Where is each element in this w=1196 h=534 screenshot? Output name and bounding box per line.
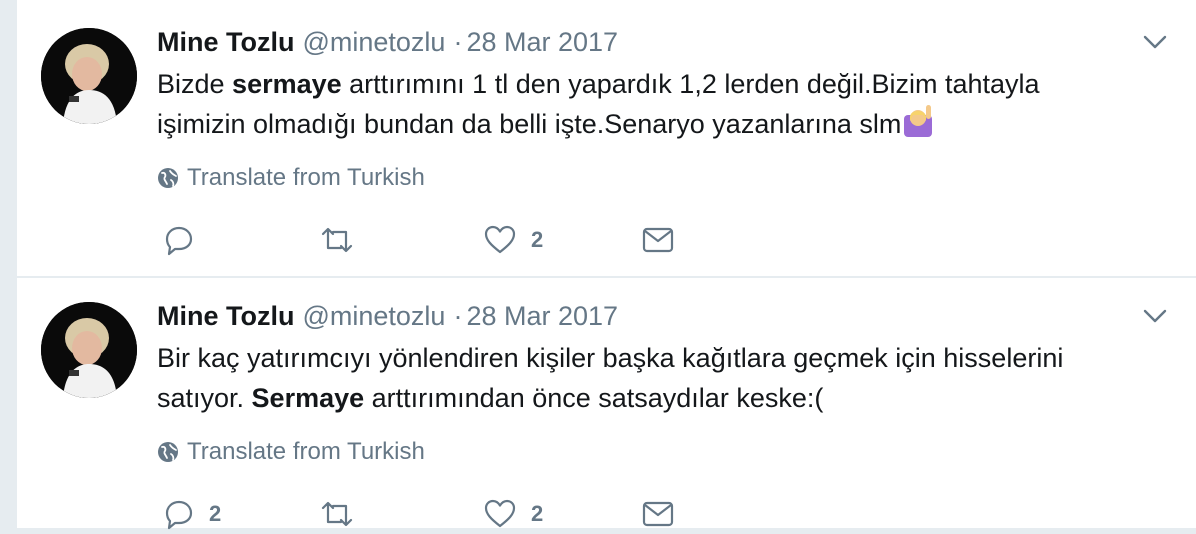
reply-button[interactable] [163,220,209,260]
tweet-header: Mine Tozlu @minetozlu · 28 Mar 2017 [157,298,1117,334]
reply-icon [165,226,193,256]
globe-icon [158,442,178,462]
heart-icon [484,225,516,254]
highlighted-keyword: sermaye [232,69,342,99]
translate-label[interactable]: Translate from Turkish [187,164,425,192]
highlighted-keyword: Sermaye [251,383,365,413]
reply-icon [165,500,193,530]
direct-message-button[interactable] [641,220,675,260]
reply-count: 2 [209,501,222,526]
translate-label[interactable]: Translate from Turkish [187,438,425,466]
separator: · [453,301,463,331]
reply-button[interactable]: 2 [163,494,221,534]
chevron-down-icon[interactable] [1143,34,1167,50]
direct-message-button[interactable] [641,494,675,534]
separator: · [453,27,463,57]
tweet-actions: 2 2 [157,494,757,534]
tweet-date[interactable]: 28 Mar 2017 [466,301,618,331]
heart-icon [484,499,516,528]
retweet-icon [321,501,353,527]
tweet-text-part: arttırımından önce satsaydılar keske:( [364,383,824,413]
like-button[interactable]: 2 [483,220,543,260]
envelope-icon [642,501,674,527]
user-fullname[interactable]: Mine Tozlu [157,301,294,331]
retweet-icon [321,227,353,253]
avatar[interactable] [41,302,137,398]
like-button[interactable]: 2 [483,494,543,534]
tweet-date[interactable]: 28 Mar 2017 [466,27,618,57]
translate-link[interactable]: Translate from Turkish [157,438,425,466]
chevron-down-icon[interactable] [1143,308,1167,324]
like-count: 2 [531,501,544,526]
avatar[interactable] [41,28,137,124]
tweet[interactable]: Mine Tozlu @minetozlu · 28 Mar 2017 Bizde s… [17,0,1196,278]
globe-icon [158,168,178,188]
tweet[interactable]: Mine Tozlu @minetozlu · 28 Mar 2017 Bir kaç… [17,278,1196,530]
tweet-feed: Mine Tozlu @minetozlu · 28 Mar 2017 Bizde s… [16,0,1196,530]
retweet-button[interactable] [319,220,369,260]
tweet-text-part: Bizde [157,69,233,99]
retweet-button[interactable] [319,494,369,534]
raising-hand-emoji-icon [904,105,933,137]
user-handle[interactable]: @minetozlu [302,27,445,57]
tweet-actions: 2 [157,220,757,260]
translate-link[interactable]: Translate from Turkish [157,164,425,192]
envelope-icon [642,227,674,253]
user-fullname[interactable]: Mine Tozlu [157,27,294,57]
tweet-text: Bir kaç yatırımcıyı yönlendiren kişiler … [157,338,1117,418]
user-handle[interactable]: @minetozlu [302,301,445,331]
tweet-header: Mine Tozlu @minetozlu · 28 Mar 2017 [157,24,1117,60]
like-count: 2 [531,227,544,252]
tweet-text: Bizde sermaye arttırımını 1 tl den yapar… [157,64,1117,144]
